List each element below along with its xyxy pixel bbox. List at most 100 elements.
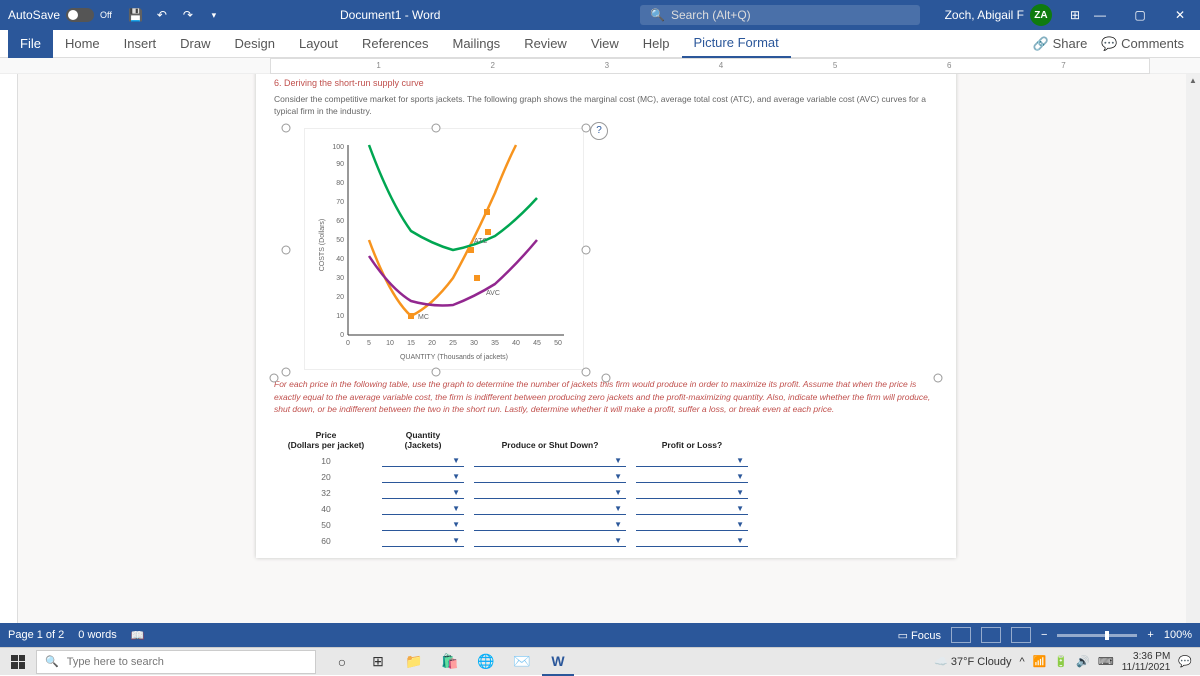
wifi-icon[interactable]: 📶 — [1033, 655, 1047, 668]
ruler-mark: 5 — [833, 61, 837, 70]
help-icon[interactable]: ? — [590, 122, 608, 140]
battery-icon[interactable]: 🔋 — [1054, 655, 1068, 668]
price-cell: 40 — [276, 502, 376, 516]
svg-text:10: 10 — [386, 340, 394, 347]
tab-review[interactable]: Review — [512, 30, 579, 58]
tab-design[interactable]: Design — [223, 30, 287, 58]
tab-home[interactable]: Home — [53, 30, 112, 58]
qty-dropdown[interactable]: ▼ — [382, 455, 464, 467]
qty-dropdown[interactable]: ▼ — [382, 535, 464, 547]
titlebar: AutoSave Off 💾 ↶ ↷ ▾ Document1 - Word 🔍 … — [0, 0, 1200, 30]
cortana-icon[interactable]: ○ — [326, 648, 358, 676]
tab-file[interactable]: File — [8, 30, 53, 58]
zoom-out-icon[interactable]: − — [1041, 629, 1047, 641]
print-layout-icon[interactable] — [981, 627, 1001, 643]
autosave-toggle[interactable]: AutoSave Off — [0, 8, 120, 22]
table-row: 20 ▼ ▼ ▼ — [276, 470, 752, 484]
task-view-icon[interactable]: ⊞ — [362, 648, 394, 676]
tab-help[interactable]: Help — [631, 30, 682, 58]
tab-view[interactable]: View — [579, 30, 631, 58]
mail-icon[interactable]: ✉️ — [506, 648, 538, 676]
produce-dropdown[interactable]: ▼ — [474, 487, 626, 499]
maximize-button[interactable]: ▢ — [1120, 0, 1160, 30]
keyboard-icon[interactable]: ⌨ — [1098, 655, 1114, 668]
word-count[interactable]: 0 words — [78, 629, 117, 641]
profit-dropdown[interactable]: ▼ — [636, 519, 748, 531]
price-cell: 20 — [276, 470, 376, 484]
tab-references[interactable]: References — [350, 30, 440, 58]
profit-dropdown[interactable]: ▼ — [636, 535, 748, 547]
ribbon-display-icon[interactable]: ⊞ — [1070, 8, 1080, 22]
redo-icon[interactable]: ↷ — [180, 7, 196, 23]
explorer-icon[interactable]: 📁 — [398, 648, 430, 676]
weather-widget[interactable]: ☁️ 37°F Cloudy — [934, 655, 1011, 668]
notifications-icon[interactable]: 💬 — [1178, 655, 1192, 668]
svg-text:0: 0 — [346, 340, 350, 347]
focus-mode[interactable]: ▭ Focus — [898, 629, 941, 642]
profit-dropdown[interactable]: ▼ — [636, 503, 748, 515]
volume-icon[interactable]: 🔊 — [1076, 655, 1090, 668]
svg-text:90: 90 — [336, 161, 344, 168]
avc-label: AVC — [486, 290, 500, 297]
tab-picture-format[interactable]: Picture Format — [682, 30, 791, 58]
tab-mailings[interactable]: Mailings — [441, 30, 513, 58]
ruler-mark: 3 — [605, 61, 609, 70]
customize-icon[interactable]: ▾ — [206, 7, 222, 23]
avatar[interactable]: ZA — [1030, 4, 1052, 26]
proofing-icon[interactable]: 📖 — [131, 629, 145, 642]
save-icon[interactable]: 💾 — [128, 7, 144, 23]
toggle-switch[interactable] — [66, 8, 94, 22]
col-price: Price — [316, 430, 337, 440]
qty-dropdown[interactable]: ▼ — [382, 519, 464, 531]
produce-dropdown[interactable]: ▼ — [474, 519, 626, 531]
tab-draw[interactable]: Draw — [168, 30, 222, 58]
store-icon[interactable]: 🛍️ — [434, 648, 466, 676]
profit-dropdown[interactable]: ▼ — [636, 455, 748, 467]
profit-dropdown[interactable]: ▼ — [636, 471, 748, 483]
horizontal-ruler[interactable]: 1 2 3 4 5 6 7 — [0, 58, 1200, 74]
close-button[interactable]: ✕ — [1160, 0, 1200, 30]
user-account[interactable]: Zoch, Abigail F ZA ⊞ — [945, 4, 1080, 26]
quick-access-toolbar: 💾 ↶ ↷ ▾ — [120, 7, 230, 23]
qty-dropdown[interactable]: ▼ — [382, 487, 464, 499]
share-button[interactable]: 🔗 Share — [1033, 36, 1088, 52]
search-box[interactable]: 🔍 Search (Alt+Q) — [640, 5, 920, 25]
web-layout-icon[interactable] — [1011, 627, 1031, 643]
vertical-ruler[interactable] — [0, 74, 18, 623]
produce-dropdown[interactable]: ▼ — [474, 503, 626, 515]
start-button[interactable] — [0, 648, 36, 676]
table-row: 10▼▼▼ — [276, 454, 752, 468]
qty-dropdown[interactable]: ▼ — [382, 471, 464, 483]
undo-icon[interactable]: ↶ — [154, 7, 170, 23]
price-cell: 32 — [276, 486, 376, 500]
page-indicator[interactable]: Page 1 of 2 — [8, 629, 64, 641]
document-viewport: ▲ 6. Deriving the short-run supply curve… — [0, 74, 1200, 623]
svg-text:20: 20 — [336, 294, 344, 301]
produce-dropdown[interactable]: ▼ — [474, 471, 626, 483]
tray-chevron-icon[interactable]: ^ — [1020, 656, 1025, 668]
read-mode-icon[interactable] — [951, 627, 971, 643]
vertical-scrollbar[interactable]: ▲ — [1186, 74, 1200, 623]
produce-dropdown[interactable]: ▼ — [474, 455, 626, 467]
qty-dropdown[interactable]: ▼ — [382, 503, 464, 515]
clock[interactable]: 3:36 PM 11/11/2021 — [1122, 651, 1171, 673]
taskbar-search[interactable]: 🔍 Type here to search — [36, 650, 316, 674]
svg-text:50: 50 — [336, 237, 344, 244]
zoom-in-icon[interactable]: + — [1147, 629, 1153, 641]
edge-icon[interactable]: 🌐 — [470, 648, 502, 676]
minimize-button[interactable]: — — [1080, 0, 1120, 30]
word-icon[interactable]: W — [542, 648, 574, 676]
tab-layout[interactable]: Layout — [287, 30, 350, 58]
produce-dropdown[interactable]: ▼ — [474, 535, 626, 547]
zoom-slider[interactable] — [1057, 634, 1137, 637]
zoom-level[interactable]: 100% — [1164, 629, 1192, 641]
svg-text:35: 35 — [491, 340, 499, 347]
svg-text:10: 10 — [336, 313, 344, 320]
tab-insert[interactable]: Insert — [112, 30, 169, 58]
profit-dropdown[interactable]: ▼ — [636, 487, 748, 499]
scroll-up-icon[interactable]: ▲ — [1186, 74, 1200, 88]
comments-button[interactable]: 💬 Comments — [1101, 36, 1184, 52]
cost-curves-chart[interactable]: 0 10 20 30 40 50 60 70 80 90 100 0 — [304, 128, 584, 370]
document-page[interactable]: 6. Deriving the short-run supply curve C… — [256, 74, 956, 558]
search-icon: 🔍 — [650, 8, 665, 22]
